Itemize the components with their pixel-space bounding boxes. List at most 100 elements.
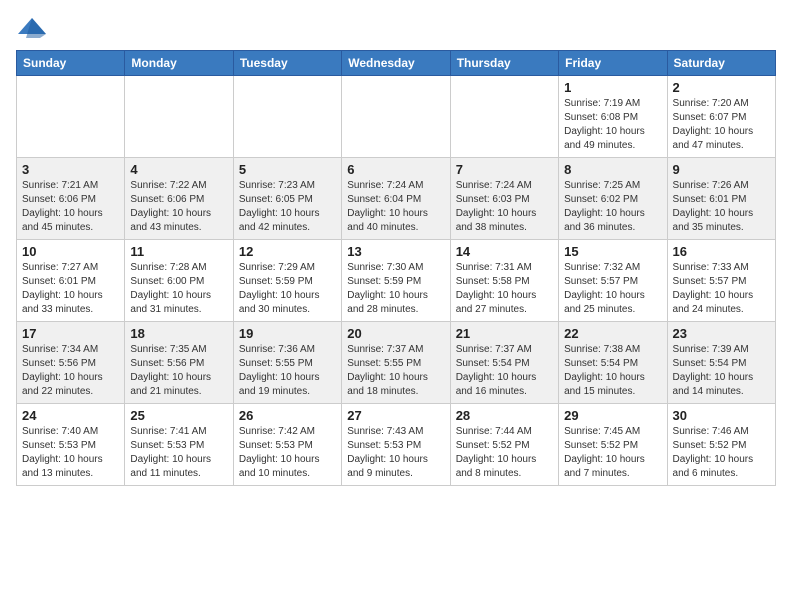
calendar-week-row: 24Sunrise: 7:40 AM Sunset: 5:53 PM Dayli…	[17, 404, 776, 486]
calendar-day-cell: 9 Sunrise: 7:26 AM Sunset: 6:01 PM Daylig…	[667, 158, 775, 240]
calendar-week-row: 17 Sunrise: 7:34 AM Sunset: 5:56 PM Dayli…	[17, 322, 776, 404]
weekday-header: Sunday	[17, 51, 125, 76]
weekday-header: Thursday	[450, 51, 558, 76]
day-number: 16	[673, 244, 770, 259]
day-info: Sunrise: 7:41 AM Sunset: 5:53 PM Dayligh…	[130, 425, 227, 481]
day-info: Sunrise: 7:43 AM Sunset: 5:53 PM Dayligh…	[347, 425, 444, 481]
day-number: 19	[239, 326, 336, 341]
calendar-day-cell: 14 Sunrise: 7:31 AM Sunset: 5:58 PM Dayli…	[450, 240, 558, 322]
weekday-header: Monday	[125, 51, 233, 76]
day-number: 11	[130, 244, 227, 259]
calendar-week-row: 1 Sunrise: 7:19 AM Sunset: 6:08 PM Daylig…	[17, 76, 776, 158]
calendar-day-cell: 22 Sunrise: 7:38 AM Sunset: 5:54 PM Dayli…	[559, 322, 667, 404]
day-info: Sunrise: 7:33 AM Sunset: 5:57 PM Dayligh…	[673, 261, 770, 317]
day-info: Sunrise: 7:26 AM Sunset: 6:01 PM Dayligh…	[673, 179, 770, 235]
day-number: 26	[239, 408, 336, 423]
day-info: Sunrise: 7:28 AM Sunset: 6:00 PM Dayligh…	[130, 261, 227, 317]
calendar-day-cell: 7 Sunrise: 7:24 AM Sunset: 6:03 PM Daylig…	[450, 158, 558, 240]
day-info: Sunrise: 7:24 AM Sunset: 6:04 PM Dayligh…	[347, 179, 444, 235]
day-number: 20	[347, 326, 444, 341]
day-info: Sunrise: 7:22 AM Sunset: 6:06 PM Dayligh…	[130, 179, 227, 235]
calendar-day-cell: 3Sunrise: 7:21 AM Sunset: 6:06 PM Daylig…	[17, 158, 125, 240]
calendar-day-cell: 8 Sunrise: 7:25 AM Sunset: 6:02 PM Daylig…	[559, 158, 667, 240]
calendar-day-cell: 19 Sunrise: 7:36 AM Sunset: 5:55 PM Dayli…	[233, 322, 341, 404]
calendar-day-cell: 27 Sunrise: 7:43 AM Sunset: 5:53 PM Dayli…	[342, 404, 450, 486]
day-number: 4	[130, 162, 227, 177]
day-info: Sunrise: 7:37 AM Sunset: 5:54 PM Dayligh…	[456, 343, 553, 399]
day-number: 21	[456, 326, 553, 341]
day-info: Sunrise: 7:31 AM Sunset: 5:58 PM Dayligh…	[456, 261, 553, 317]
calendar-day-cell: 1 Sunrise: 7:19 AM Sunset: 6:08 PM Daylig…	[559, 76, 667, 158]
day-number: 25	[130, 408, 227, 423]
weekday-header: Tuesday	[233, 51, 341, 76]
calendar-table: SundayMondayTuesdayWednesdayThursdayFrid…	[16, 50, 776, 486]
day-number: 15	[564, 244, 661, 259]
day-info: Sunrise: 7:46 AM Sunset: 5:52 PM Dayligh…	[673, 425, 770, 481]
day-number: 22	[564, 326, 661, 341]
calendar-day-cell: 25 Sunrise: 7:41 AM Sunset: 5:53 PM Dayli…	[125, 404, 233, 486]
weekday-header: Saturday	[667, 51, 775, 76]
day-info: Sunrise: 7:42 AM Sunset: 5:53 PM Dayligh…	[239, 425, 336, 481]
day-number: 9	[673, 162, 770, 177]
calendar-day-cell: 26 Sunrise: 7:42 AM Sunset: 5:53 PM Dayli…	[233, 404, 341, 486]
day-info: Sunrise: 7:45 AM Sunset: 5:52 PM Dayligh…	[564, 425, 661, 481]
day-info: Sunrise: 7:44 AM Sunset: 5:52 PM Dayligh…	[456, 425, 553, 481]
calendar-day-cell: 29 Sunrise: 7:45 AM Sunset: 5:52 PM Dayli…	[559, 404, 667, 486]
logo-icon	[18, 16, 46, 38]
day-number: 30	[673, 408, 770, 423]
calendar-day-cell	[342, 76, 450, 158]
calendar-day-cell	[17, 76, 125, 158]
day-info: Sunrise: 7:32 AM Sunset: 5:57 PM Dayligh…	[564, 261, 661, 317]
calendar-day-cell	[125, 76, 233, 158]
calendar-day-cell	[233, 76, 341, 158]
calendar-day-cell: 30 Sunrise: 7:46 AM Sunset: 5:52 PM Dayli…	[667, 404, 775, 486]
day-number: 2	[673, 80, 770, 95]
day-number: 8	[564, 162, 661, 177]
calendar-day-cell: 23Sunrise: 7:39 AM Sunset: 5:54 PM Dayli…	[667, 322, 775, 404]
day-info: Sunrise: 7:38 AM Sunset: 5:54 PM Dayligh…	[564, 343, 661, 399]
page-header	[16, 16, 776, 38]
calendar-day-cell: 17 Sunrise: 7:34 AM Sunset: 5:56 PM Dayli…	[17, 322, 125, 404]
day-info: Sunrise: 7:36 AM Sunset: 5:55 PM Dayligh…	[239, 343, 336, 399]
calendar-week-row: 3Sunrise: 7:21 AM Sunset: 6:06 PM Daylig…	[17, 158, 776, 240]
day-info: Sunrise: 7:30 AM Sunset: 5:59 PM Dayligh…	[347, 261, 444, 317]
calendar-day-cell: 12Sunrise: 7:29 AM Sunset: 5:59 PM Dayli…	[233, 240, 341, 322]
day-info: Sunrise: 7:24 AM Sunset: 6:03 PM Dayligh…	[456, 179, 553, 235]
calendar-day-cell: 2Sunrise: 7:20 AM Sunset: 6:07 PM Daylig…	[667, 76, 775, 158]
day-number: 27	[347, 408, 444, 423]
day-info: Sunrise: 7:25 AM Sunset: 6:02 PM Dayligh…	[564, 179, 661, 235]
weekday-header: Wednesday	[342, 51, 450, 76]
day-number: 13	[347, 244, 444, 259]
day-info: Sunrise: 7:40 AM Sunset: 5:53 PM Dayligh…	[22, 425, 119, 481]
day-info: Sunrise: 7:35 AM Sunset: 5:56 PM Dayligh…	[130, 343, 227, 399]
day-number: 10	[22, 244, 119, 259]
calendar-day-cell: 15 Sunrise: 7:32 AM Sunset: 5:57 PM Dayli…	[559, 240, 667, 322]
calendar-day-cell: 11 Sunrise: 7:28 AM Sunset: 6:00 PM Dayli…	[125, 240, 233, 322]
calendar-day-cell	[450, 76, 558, 158]
calendar-day-cell: 4 Sunrise: 7:22 AM Sunset: 6:06 PM Daylig…	[125, 158, 233, 240]
calendar-day-cell: 13 Sunrise: 7:30 AM Sunset: 5:59 PM Dayli…	[342, 240, 450, 322]
day-info: Sunrise: 7:23 AM Sunset: 6:05 PM Dayligh…	[239, 179, 336, 235]
day-number: 3	[22, 162, 119, 177]
day-info: Sunrise: 7:34 AM Sunset: 5:56 PM Dayligh…	[22, 343, 119, 399]
day-number: 14	[456, 244, 553, 259]
day-number: 23	[673, 326, 770, 341]
calendar-day-cell: 21 Sunrise: 7:37 AM Sunset: 5:54 PM Dayli…	[450, 322, 558, 404]
calendar-day-cell: 6Sunrise: 7:24 AM Sunset: 6:04 PM Daylig…	[342, 158, 450, 240]
calendar-week-row: 10 Sunrise: 7:27 AM Sunset: 6:01 PM Dayli…	[17, 240, 776, 322]
calendar-header-row: SundayMondayTuesdayWednesdayThursdayFrid…	[17, 51, 776, 76]
day-number: 1	[564, 80, 661, 95]
calendar-day-cell: 10 Sunrise: 7:27 AM Sunset: 6:01 PM Dayli…	[17, 240, 125, 322]
logo	[16, 16, 46, 38]
weekday-header: Friday	[559, 51, 667, 76]
calendar-day-cell: 16 Sunrise: 7:33 AM Sunset: 5:57 PM Dayli…	[667, 240, 775, 322]
day-number: 7	[456, 162, 553, 177]
day-info: Sunrise: 7:27 AM Sunset: 6:01 PM Dayligh…	[22, 261, 119, 317]
calendar-day-cell: 18Sunrise: 7:35 AM Sunset: 5:56 PM Dayli…	[125, 322, 233, 404]
day-number: 28	[456, 408, 553, 423]
day-info: Sunrise: 7:19 AM Sunset: 6:08 PM Dayligh…	[564, 97, 661, 153]
day-number: 12	[239, 244, 336, 259]
day-number: 17	[22, 326, 119, 341]
calendar-day-cell: 28 Sunrise: 7:44 AM Sunset: 5:52 PM Dayli…	[450, 404, 558, 486]
day-number: 29	[564, 408, 661, 423]
